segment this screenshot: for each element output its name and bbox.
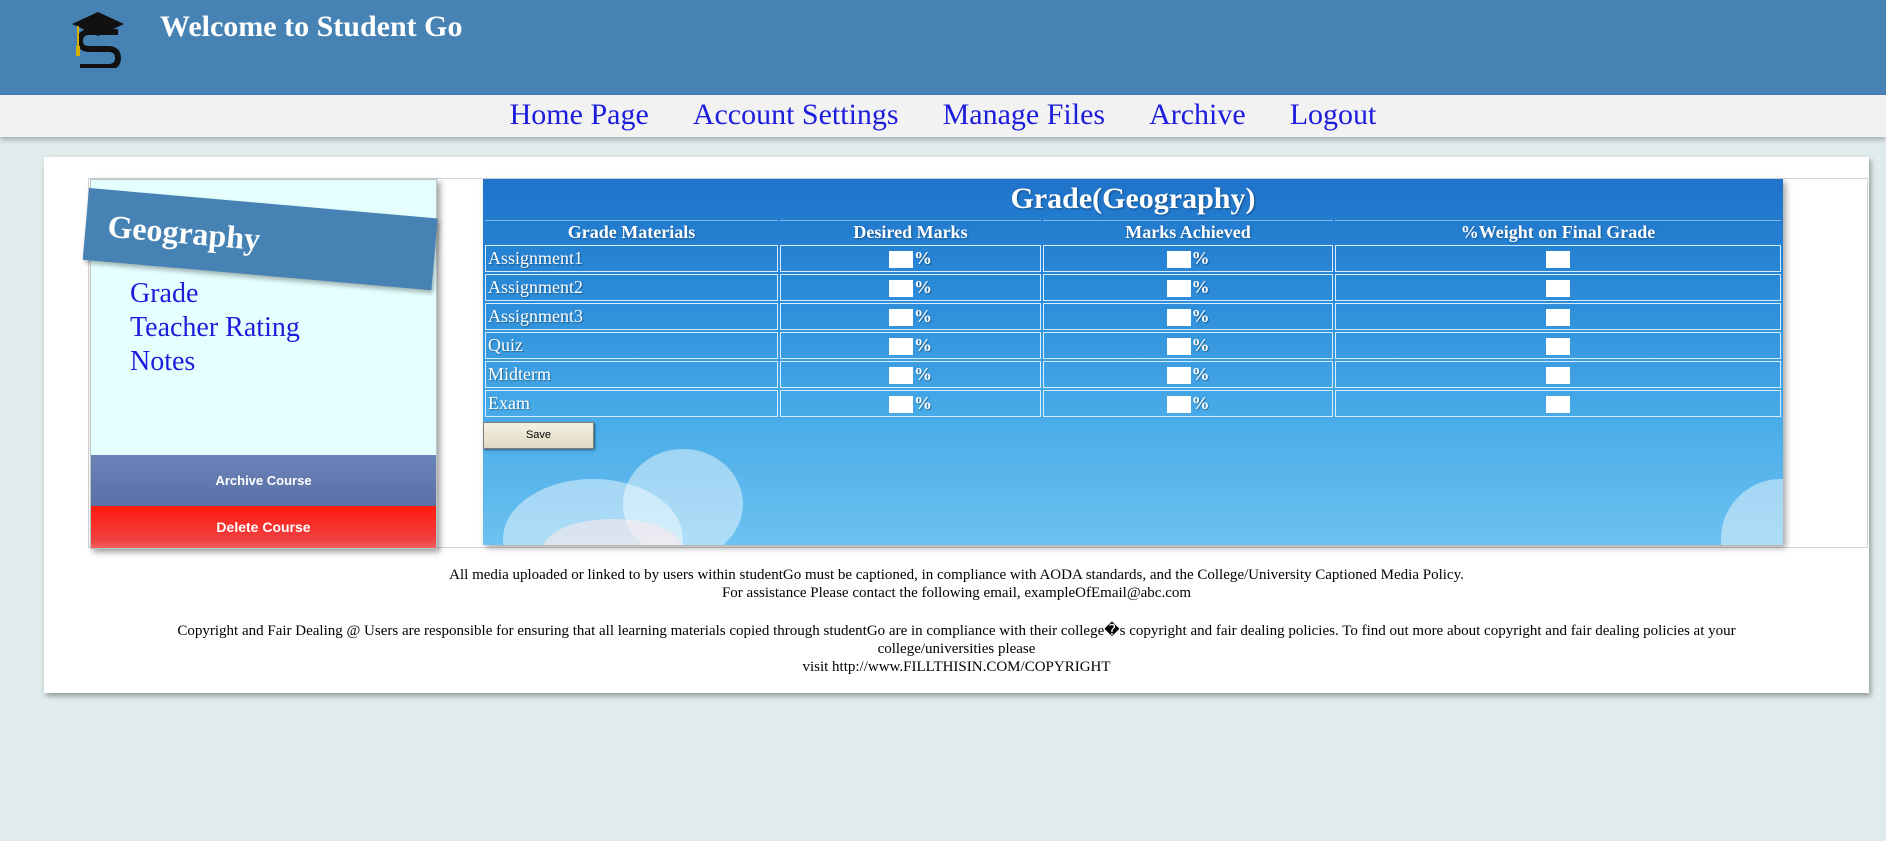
- sidebar-link-grade[interactable]: Grade: [130, 277, 300, 311]
- desired-marks-input[interactable]: [889, 367, 913, 385]
- save-button[interactable]: Save: [483, 422, 594, 449]
- grade-material-name: Assignment3: [485, 303, 778, 330]
- nav-archive[interactable]: Archive: [1149, 95, 1246, 135]
- grade-material-name: Midterm: [485, 361, 778, 388]
- nav-manage-files[interactable]: Manage Files: [943, 95, 1105, 135]
- column-header-desired-marks: Desired Marks: [780, 220, 1041, 243]
- marks-achieved-cell: %: [1043, 245, 1333, 272]
- desired-marks-cell: %: [780, 390, 1041, 417]
- sidebar-link-notes[interactable]: Notes: [130, 345, 300, 379]
- marks-achieved-cell: %: [1043, 390, 1333, 417]
- percent-label: %: [914, 277, 932, 297]
- grade-heading: Grade(Geography): [1010, 182, 1256, 215]
- grade-table-header: Grade Materials Desired Marks Marks Achi…: [485, 220, 1781, 243]
- marks-achieved-input[interactable]: [1166, 367, 1191, 385]
- grade-material-name: Exam: [485, 390, 778, 417]
- table-row: Assignment3 % %: [485, 303, 1781, 330]
- archive-course-button[interactable]: Archive Course: [91, 455, 436, 506]
- course-links: Grade Teacher Rating Notes: [130, 277, 300, 379]
- desired-marks-cell: %: [780, 303, 1041, 330]
- weight-input[interactable]: [1545, 338, 1570, 356]
- cloud-decoration: [1721, 479, 1783, 545]
- desired-marks-cell: %: [780, 361, 1041, 388]
- percent-label: %: [1191, 277, 1210, 297]
- weight-input[interactable]: [1545, 280, 1570, 298]
- grade-material-name: Quiz: [485, 332, 778, 359]
- footer-copyright: Copyright and Fair Dealing @ Users are r…: [177, 623, 1736, 657]
- marks-achieved-input[interactable]: [1166, 338, 1191, 356]
- footer-media-policy: All media uploaded or linked to by users…: [449, 567, 1464, 583]
- desired-marks-input[interactable]: [889, 251, 913, 269]
- weight-input[interactable]: [1545, 367, 1570, 385]
- page-footer: All media uploaded or linked to by users…: [44, 566, 1869, 676]
- percent-label: %: [914, 393, 932, 413]
- marks-achieved-input[interactable]: [1166, 251, 1191, 269]
- footer-contact: For assistance Please contact the follow…: [721, 585, 1192, 601]
- weight-input[interactable]: [1545, 309, 1570, 327]
- marks-achieved-input[interactable]: [1166, 280, 1191, 298]
- footer-visit-link[interactable]: visit http://www.FILLTHISIN.COM/COPYRIGH…: [44, 658, 1869, 676]
- grade-material-name: Assignment1: [485, 245, 778, 272]
- marks-achieved-input[interactable]: [1166, 309, 1191, 327]
- weight-input[interactable]: [1545, 251, 1570, 269]
- weight-cell: [1335, 274, 1781, 301]
- grade-material-name: Assignment2: [485, 274, 778, 301]
- marks-achieved-cell: %: [1043, 332, 1333, 359]
- weight-cell: [1335, 332, 1781, 359]
- percent-label: %: [1191, 306, 1210, 326]
- weight-input[interactable]: [1545, 396, 1570, 414]
- table-row: Midterm % %: [485, 361, 1781, 388]
- marks-achieved-cell: %: [1043, 303, 1333, 330]
- percent-label: %: [914, 364, 932, 384]
- course-title: Geography: [106, 207, 262, 258]
- weight-cell: [1335, 303, 1781, 330]
- weight-cell: [1335, 390, 1781, 417]
- percent-label: %: [1191, 393, 1210, 413]
- main-nav: Home Page Account Settings Manage Files …: [0, 95, 1886, 137]
- table-row: Assignment1 % %: [485, 245, 1781, 272]
- percent-label: %: [1191, 364, 1210, 384]
- table-row: Exam % %: [485, 390, 1781, 417]
- percent-label: %: [914, 335, 932, 355]
- marks-achieved-input[interactable]: [1166, 396, 1191, 414]
- desired-marks-cell: %: [780, 332, 1041, 359]
- sidebar-link-teacher-rating[interactable]: Teacher Rating: [130, 311, 300, 345]
- weight-cell: [1335, 361, 1781, 388]
- nav-account-settings[interactable]: Account Settings: [693, 95, 899, 135]
- course-title-banner: Geography: [82, 188, 438, 291]
- site-header: Welcome to Student Go: [0, 0, 1886, 95]
- desired-marks-input[interactable]: [889, 396, 913, 414]
- graduation-cap-logo-icon[interactable]: [68, 6, 130, 68]
- grade-panel: Grade(Geography) Grade Materials Desired…: [483, 179, 1783, 545]
- desired-marks-cell: %: [780, 274, 1041, 301]
- table-row: Quiz % %: [485, 332, 1781, 359]
- nav-home-page[interactable]: Home Page: [510, 95, 649, 135]
- percent-label: %: [1191, 335, 1210, 355]
- weight-cell: [1335, 245, 1781, 272]
- desired-marks-input[interactable]: [889, 338, 913, 356]
- desired-marks-input[interactable]: [889, 280, 913, 298]
- column-header-marks-achieved: Marks Achieved: [1043, 220, 1333, 243]
- column-header-grade-materials: Grade Materials: [485, 220, 778, 243]
- marks-achieved-cell: %: [1043, 274, 1333, 301]
- course-sidebar: Geography Grade Teacher Rating Notes Arc…: [82, 179, 438, 549]
- delete-course-button[interactable]: Delete Course: [91, 506, 436, 548]
- desired-marks-input[interactable]: [889, 309, 913, 327]
- site-title: Welcome to Student Go: [160, 10, 463, 43]
- percent-label: %: [914, 306, 932, 326]
- marks-achieved-cell: %: [1043, 361, 1333, 388]
- column-header-weight: %Weight on Final Grade: [1335, 220, 1781, 243]
- grade-table: Grade Materials Desired Marks Marks Achi…: [483, 218, 1783, 419]
- percent-label: %: [914, 248, 932, 268]
- nav-logout[interactable]: Logout: [1290, 95, 1377, 135]
- percent-label: %: [1191, 248, 1210, 268]
- desired-marks-cell: %: [780, 245, 1041, 272]
- table-row: Assignment2 % %: [485, 274, 1781, 301]
